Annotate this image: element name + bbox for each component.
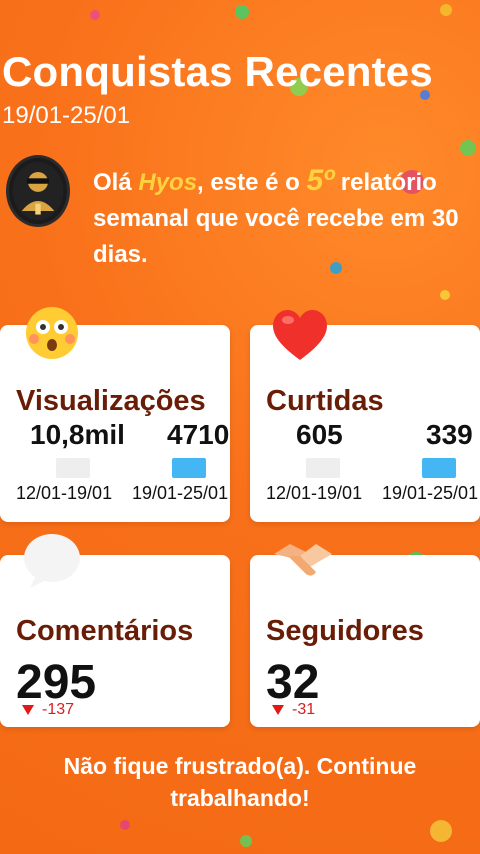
confetti-dot — [460, 140, 476, 156]
report-rank: 5º — [306, 164, 335, 197]
likes-current-bar — [422, 458, 456, 478]
views-current-bar — [172, 458, 206, 478]
heart-icon — [268, 302, 332, 371]
date-range: 19/01-25/01 — [2, 102, 131, 129]
confetti-dot — [440, 290, 450, 300]
confetti-dot — [440, 4, 452, 16]
views-title: Visualizações — [16, 385, 206, 417]
shocked-face-icon: 😲 — [141, 421, 164, 446]
confetti-dot — [430, 820, 452, 842]
likes-previous-period: 12/01-19/01 — [266, 483, 363, 503]
avatar-icon — [12, 162, 64, 220]
views-previous-value: 10,8mil — [30, 419, 125, 450]
footer-line-1: Não fique frustrado(a). Continue — [63, 753, 417, 779]
likes-current-period: 19/01-25/01 — [382, 483, 479, 503]
likes-previous-bar — [306, 458, 340, 478]
views-current-period: 19/01-25/01 — [132, 483, 229, 503]
page-title: Conquistas Recentes — [2, 48, 433, 95]
confetti-dot — [120, 820, 130, 830]
followers-delta-value: -31 — [292, 701, 316, 718]
views-previous-period: 12/01-19/01 — [16, 483, 113, 503]
down-arrow-icon — [272, 704, 284, 715]
views-current-value: 4710 — [167, 419, 230, 450]
shocked-face-icon: 😲 — [398, 421, 421, 446]
down-arrow-icon — [22, 704, 34, 715]
confetti-dot — [235, 5, 249, 19]
intro-message: Olá Hyos, este é o 5º relatório semanal … — [93, 163, 473, 273]
footer-line-2: trabalhando! — [170, 785, 310, 811]
confetti-dot — [90, 10, 100, 20]
followers-delta: -31 — [272, 701, 315, 719]
views-previous-bar — [56, 458, 90, 478]
handshake-icon — [270, 534, 336, 591]
likes-current-value: 339 — [426, 419, 473, 450]
followers-title: Seguidores — [266, 615, 424, 647]
footer-message: Não fique frustrado(a). Continue trabalh… — [0, 750, 480, 814]
likes-previous-value: 605 — [296, 419, 343, 450]
confetti-dot — [240, 835, 252, 847]
comments-delta: -137 — [22, 701, 74, 719]
shocked-face-icon — [24, 305, 80, 366]
profile-avatar[interactable] — [6, 155, 70, 227]
intro-greeting: Olá — [93, 169, 139, 196]
user-name: Hyos — [138, 169, 198, 196]
comments-delta-value: -137 — [42, 701, 75, 718]
intro-mid: , este é o — [197, 169, 307, 196]
comments-title: Comentários — [16, 615, 194, 647]
speech-bubble-icon — [22, 532, 82, 595]
likes-title: Curtidas — [266, 385, 384, 417]
